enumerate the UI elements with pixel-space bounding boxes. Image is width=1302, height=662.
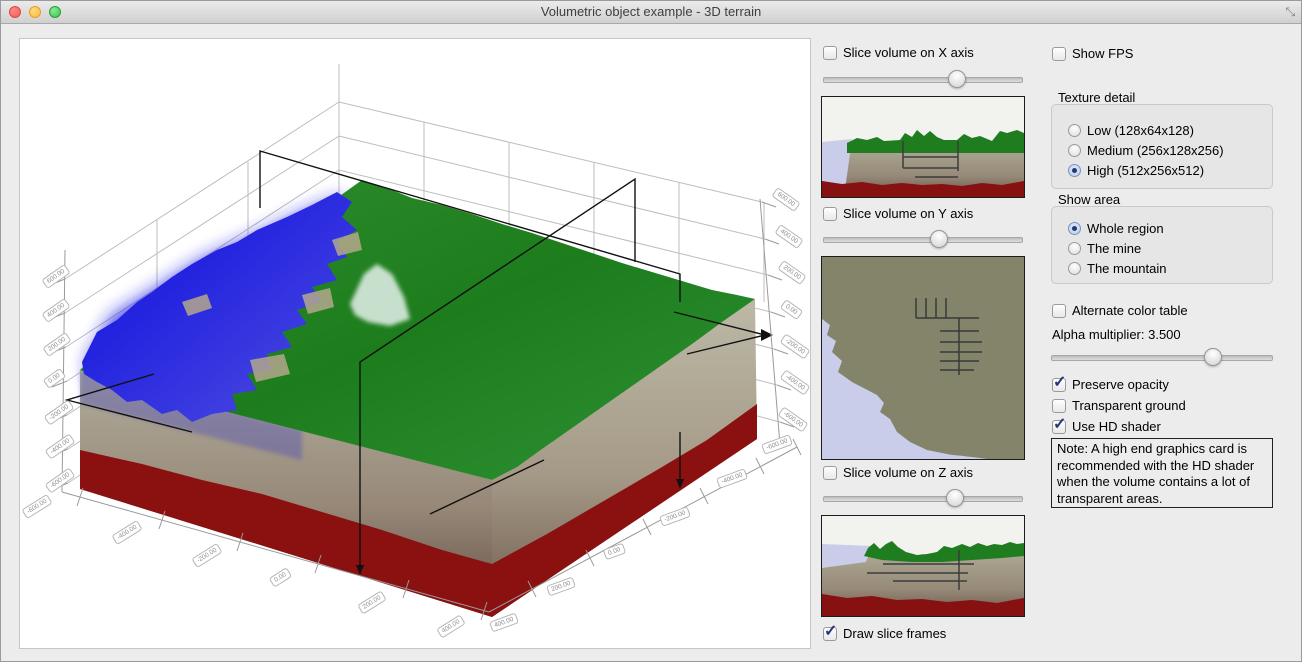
draw-slice-frames-checkbox[interactable]: ✓ Draw slice frames <box>823 626 946 641</box>
radio-icon <box>1068 262 1081 275</box>
show-fps-checkbox[interactable]: Show FPS <box>1052 46 1133 61</box>
radio-texture-high[interactable]: High (512x256x512) <box>1068 163 1204 178</box>
checkbox-box <box>1052 399 1066 413</box>
slice-x-label: Slice volume on X axis <box>843 45 974 60</box>
titlebar: Volumetric object example - 3D terrain ⤢ <box>1 1 1301 24</box>
radio-whole-region[interactable]: Whole region <box>1068 221 1164 236</box>
show-area-group: Whole region The mine The mountain <box>1051 206 1273 284</box>
checkbox-box <box>823 46 837 60</box>
checkbox-box <box>823 466 837 480</box>
checkbox-box: ✓ <box>1052 378 1066 392</box>
radio-label: Medium (256x128x256) <box>1087 143 1224 158</box>
transparent-ground-checkbox[interactable]: Transparent ground <box>1052 398 1186 413</box>
slider-track <box>1051 355 1273 361</box>
app-window: Volumetric object example - 3D terrain ⤢ <box>0 0 1302 662</box>
checkbox-box <box>1052 47 1066 61</box>
slice-x-preview <box>821 96 1025 198</box>
radio-texture-low[interactable]: Low (128x64x128) <box>1068 123 1194 138</box>
radio-label: High (512x256x512) <box>1087 163 1204 178</box>
slider-thumb[interactable] <box>1204 348 1222 366</box>
checkbox-box: ✓ <box>823 627 837 641</box>
slider-thumb[interactable] <box>948 70 966 88</box>
radio-icon-selected <box>1068 164 1081 177</box>
texture-detail-title: Texture detail <box>1058 90 1135 105</box>
radio-label: The mountain <box>1087 261 1167 276</box>
slider-thumb[interactable] <box>946 489 964 507</box>
use-hd-shader-checkbox[interactable]: ✓ Use HD shader <box>1052 419 1161 434</box>
slice-x-checkbox[interactable]: Slice volume on X axis <box>823 45 974 60</box>
radio-label: Low (128x64x128) <box>1087 123 1194 138</box>
radio-label: Whole region <box>1087 221 1164 236</box>
radio-label: The mine <box>1087 241 1141 256</box>
alpha-multiplier-label: Alpha multiplier: 3.500 <box>1052 327 1181 342</box>
check-icon: ✓ <box>1053 372 1066 392</box>
window-title: Volumetric object example - 3D terrain <box>1 4 1301 19</box>
preserve-opacity-checkbox[interactable]: ✓ Preserve opacity <box>1052 377 1169 392</box>
show-fps-label: Show FPS <box>1072 46 1133 61</box>
slice-y-preview <box>821 256 1025 460</box>
slice-z-slider[interactable] <box>823 488 1023 508</box>
terrain-3d-viewport[interactable]: 600.00 400.00 200.00 0.00 -200.00 -400.0… <box>19 38 811 649</box>
check-icon: ✓ <box>1053 414 1066 434</box>
hd-shader-note: Note: A high end graphics card is recomm… <box>1051 438 1273 508</box>
slice-y-checkbox[interactable]: Slice volume on Y axis <box>823 206 973 221</box>
texture-detail-group: Low (128x64x128) Medium (256x128x256) Hi… <box>1051 104 1273 189</box>
checkbox-box <box>823 207 837 221</box>
preserve-opacity-label: Preserve opacity <box>1072 377 1169 392</box>
slider-thumb[interactable] <box>930 230 948 248</box>
radio-the-mountain[interactable]: The mountain <box>1068 261 1167 276</box>
slider-track <box>823 237 1023 243</box>
checkbox-box: ✓ <box>1052 420 1066 434</box>
radio-texture-medium[interactable]: Medium (256x128x256) <box>1068 143 1224 158</box>
slider-track <box>823 496 1023 502</box>
slice-z-checkbox[interactable]: Slice volume on Z axis <box>823 465 973 480</box>
alternate-color-table-label: Alternate color table <box>1072 303 1188 318</box>
draw-slice-frames-label: Draw slice frames <box>843 626 946 641</box>
terrain-3d-render <box>20 39 812 650</box>
slider-track <box>823 77 1023 83</box>
slice-x-slider[interactable] <box>823 69 1023 89</box>
slice-z-label: Slice volume on Z axis <box>843 465 973 480</box>
slice-y-slider[interactable] <box>823 229 1023 249</box>
fullscreen-icon[interactable]: ⤢ <box>1283 7 1298 17</box>
alternate-color-table-checkbox[interactable]: Alternate color table <box>1052 303 1188 318</box>
slice-z-preview <box>821 515 1025 617</box>
transparent-ground-label: Transparent ground <box>1072 398 1186 413</box>
show-area-title: Show area <box>1058 192 1120 207</box>
use-hd-shader-label: Use HD shader <box>1072 419 1161 434</box>
radio-the-mine[interactable]: The mine <box>1068 241 1141 256</box>
radio-icon-selected <box>1068 222 1081 235</box>
radio-icon <box>1068 124 1081 137</box>
radio-icon <box>1068 144 1081 157</box>
slice-y-label: Slice volume on Y axis <box>843 206 973 221</box>
check-icon: ✓ <box>824 621 837 641</box>
alpha-multiplier-slider[interactable] <box>1051 347 1273 367</box>
checkbox-box <box>1052 304 1066 318</box>
radio-icon <box>1068 242 1081 255</box>
